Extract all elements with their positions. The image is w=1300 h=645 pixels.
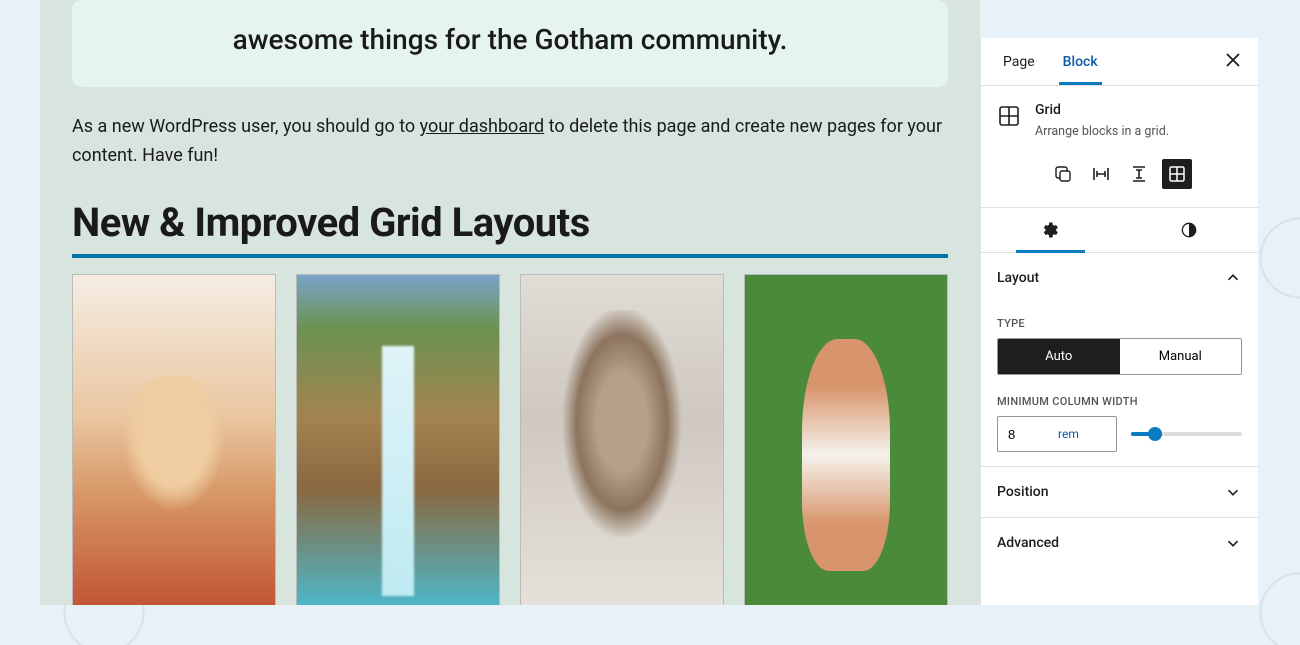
chevron-up-icon [1224, 269, 1242, 287]
advanced-panel-toggle[interactable]: Advanced [981, 518, 1258, 568]
grid-icon [997, 104, 1021, 128]
tab-styles[interactable] [1120, 208, 1259, 252]
min-col-input-wrap: rem [997, 416, 1117, 452]
grid-image-3[interactable] [520, 274, 724, 605]
layout-panel-title: Layout [997, 270, 1039, 286]
tab-settings[interactable] [981, 208, 1120, 252]
block-card: Grid Arrange blocks in a grid. [981, 86, 1258, 143]
tab-page[interactable]: Page [989, 40, 1049, 84]
callout-block[interactable]: awesome things for the Gotham community. [72, 0, 948, 87]
callout-text: awesome things for the Gotham community. [233, 23, 788, 56]
intro-paragraph[interactable]: As a new WordPress user, you should go t… [72, 113, 948, 171]
variation-row-button[interactable] [1086, 159, 1116, 189]
layout-panel-toggle[interactable]: Layout [981, 253, 1258, 303]
grid-image-4[interactable]: + [744, 274, 948, 605]
dashboard-link[interactable]: your dashboard [420, 116, 545, 137]
position-panel-toggle[interactable]: Position [981, 467, 1258, 518]
block-title: Grid [1035, 102, 1169, 118]
type-segmented-control: Auto Manual [997, 338, 1242, 375]
type-auto-button[interactable]: Auto [998, 339, 1120, 374]
type-manual-button[interactable]: Manual [1120, 339, 1242, 374]
variation-group-button[interactable] [1048, 159, 1078, 189]
intro-text-before: As a new WordPress user, you should go t… [72, 116, 420, 137]
close-icon [1226, 53, 1240, 67]
grid-heading[interactable]: New & Improved Grid Layouts [72, 199, 948, 258]
slider-thumb[interactable] [1148, 427, 1162, 441]
tab-block[interactable]: Block [1049, 40, 1112, 84]
grid-variation-icon [1167, 164, 1187, 184]
layout-panel-body: Type Auto Manual Minimum column width re… [981, 303, 1258, 467]
min-col-width-control: rem [997, 416, 1242, 452]
chevron-down-icon [1224, 534, 1242, 552]
row-icon [1091, 164, 1111, 184]
block-variation-picker [981, 143, 1258, 207]
block-inspector: Page Block Grid Arrange blocks in a grid… [980, 38, 1258, 605]
block-description: Arrange blocks in a grid. [1035, 124, 1169, 139]
unit-select[interactable]: rem [1058, 427, 1079, 441]
grid-image-2[interactable] [296, 274, 500, 605]
min-col-width-label: Minimum column width [997, 395, 1242, 408]
editor-canvas[interactable]: awesome things for the Gotham community.… [40, 0, 980, 605]
variation-grid-button[interactable] [1162, 159, 1192, 189]
type-label: Type [997, 317, 1242, 330]
inspector-tabs: Page Block [981, 38, 1258, 86]
variation-stack-button[interactable] [1124, 159, 1154, 189]
position-panel-title: Position [997, 484, 1049, 500]
min-col-slider[interactable] [1131, 432, 1242, 436]
group-icon [1053, 164, 1073, 184]
grid-block[interactable]: + [72, 274, 948, 605]
chevron-down-icon [1224, 483, 1242, 501]
gear-icon [1040, 220, 1060, 240]
close-inspector-button[interactable] [1220, 47, 1246, 76]
stack-icon [1129, 164, 1149, 184]
min-col-input[interactable] [1008, 427, 1058, 442]
advanced-panel-title: Advanced [997, 535, 1059, 551]
inspector-mode-tabs [981, 207, 1258, 253]
styles-icon [1179, 220, 1199, 240]
grid-image-1[interactable] [72, 274, 276, 605]
